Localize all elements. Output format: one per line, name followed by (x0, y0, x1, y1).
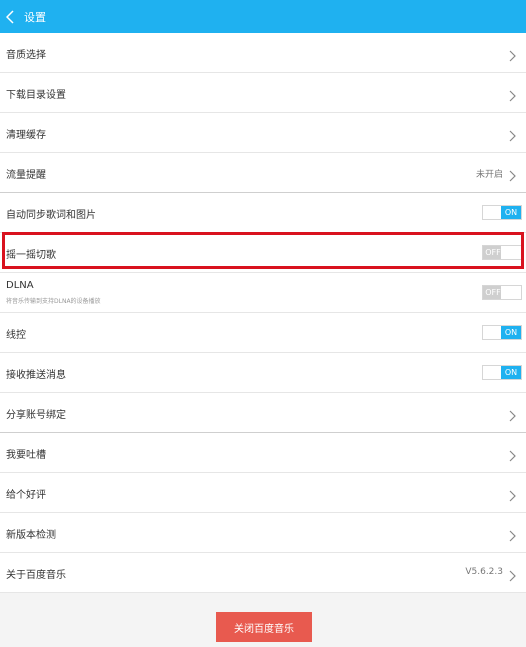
chevron-right-icon (509, 447, 516, 462)
settings-row-clear-cache[interactable]: 清理缓存 (0, 113, 526, 153)
shake-switch-toggle[interactable]: OFF (482, 245, 522, 260)
push-toggle[interactable]: ON (482, 365, 522, 380)
data-alert-status: 未开启 (475, 170, 503, 180)
row-label: 流量提醒 (6, 170, 46, 181)
back-icon[interactable] (6, 9, 18, 24)
settings-row-auto-sync: 自动同步歌词和图片 ON (0, 193, 526, 233)
row-label: 摇一摇切歌 (6, 250, 56, 261)
chevron-right-icon (509, 87, 516, 102)
row-label: 给个好评 (6, 490, 46, 501)
row-label: 下载目录设置 (6, 90, 66, 101)
row-label: 新版本检测 (6, 530, 56, 541)
close-app-button[interactable]: 关闭百度音乐 (216, 612, 312, 642)
chevron-right-icon (509, 487, 516, 502)
row-label: 清理缓存 (6, 130, 46, 141)
version-text: V5.6.2.3 (465, 567, 503, 577)
auto-sync-toggle[interactable]: ON (482, 205, 522, 220)
chevron-right-icon (509, 167, 516, 182)
page-title: 设置 (24, 10, 46, 24)
app-header: 设置 (0, 0, 526, 33)
settings-row-feedback[interactable]: 我要吐槽 (0, 433, 526, 473)
wire-control-toggle[interactable]: ON (482, 325, 522, 340)
row-label: 音质选择 (6, 50, 46, 61)
chevron-right-icon (509, 127, 516, 142)
row-label: 分享账号绑定 (6, 410, 66, 421)
toggle-state: ON (501, 366, 521, 379)
dlna-toggle[interactable]: OFF (482, 285, 522, 300)
row-label: 我要吐槽 (6, 450, 46, 461)
settings-row-rate[interactable]: 给个好评 (0, 473, 526, 513)
settings-row-update-check[interactable]: 新版本检测 (0, 513, 526, 553)
settings-row-share-account[interactable]: 分享账号绑定 (0, 393, 526, 433)
row-label: 自动同步歌词和图片 (6, 210, 96, 221)
toggle-state: OFF (483, 286, 503, 299)
chevron-right-icon (509, 407, 516, 422)
toggle-state: OFF (483, 246, 503, 259)
toggle-knob (483, 366, 503, 379)
settings-row-push: 接收推送消息 ON (0, 353, 526, 393)
toggle-knob (483, 326, 503, 339)
chevron-right-icon (509, 47, 516, 62)
settings-row-download-dir[interactable]: 下载目录设置 (0, 73, 526, 113)
chevron-right-icon (509, 567, 516, 582)
row-label: DLNA (6, 280, 34, 291)
toggle-knob (483, 206, 503, 219)
settings-row-data-alert[interactable]: 流量提醒 未开启 (0, 153, 526, 193)
toggle-knob (501, 286, 521, 299)
toggle-knob (501, 246, 521, 259)
row-label: 接收推送消息 (6, 370, 66, 381)
row-label: 线控 (6, 330, 26, 341)
settings-row-about[interactable]: 关于百度音乐 V5.6.2.3 (0, 553, 526, 593)
toggle-state: ON (501, 206, 521, 219)
row-sublabel: 将音乐传输到支持DLNA的设备播放 (6, 298, 101, 305)
toggle-state: ON (501, 326, 521, 339)
settings-row-wire-control: 线控 ON (0, 313, 526, 353)
settings-row-audio-quality[interactable]: 音质选择 (0, 33, 526, 73)
settings-row-shake-switch: 摇一摇切歌 OFF (0, 233, 526, 273)
settings-row-dlna: DLNA 将音乐传输到支持DLNA的设备播放 OFF (0, 273, 526, 313)
chevron-right-icon (509, 527, 516, 542)
row-label: 关于百度音乐 (6, 570, 66, 581)
